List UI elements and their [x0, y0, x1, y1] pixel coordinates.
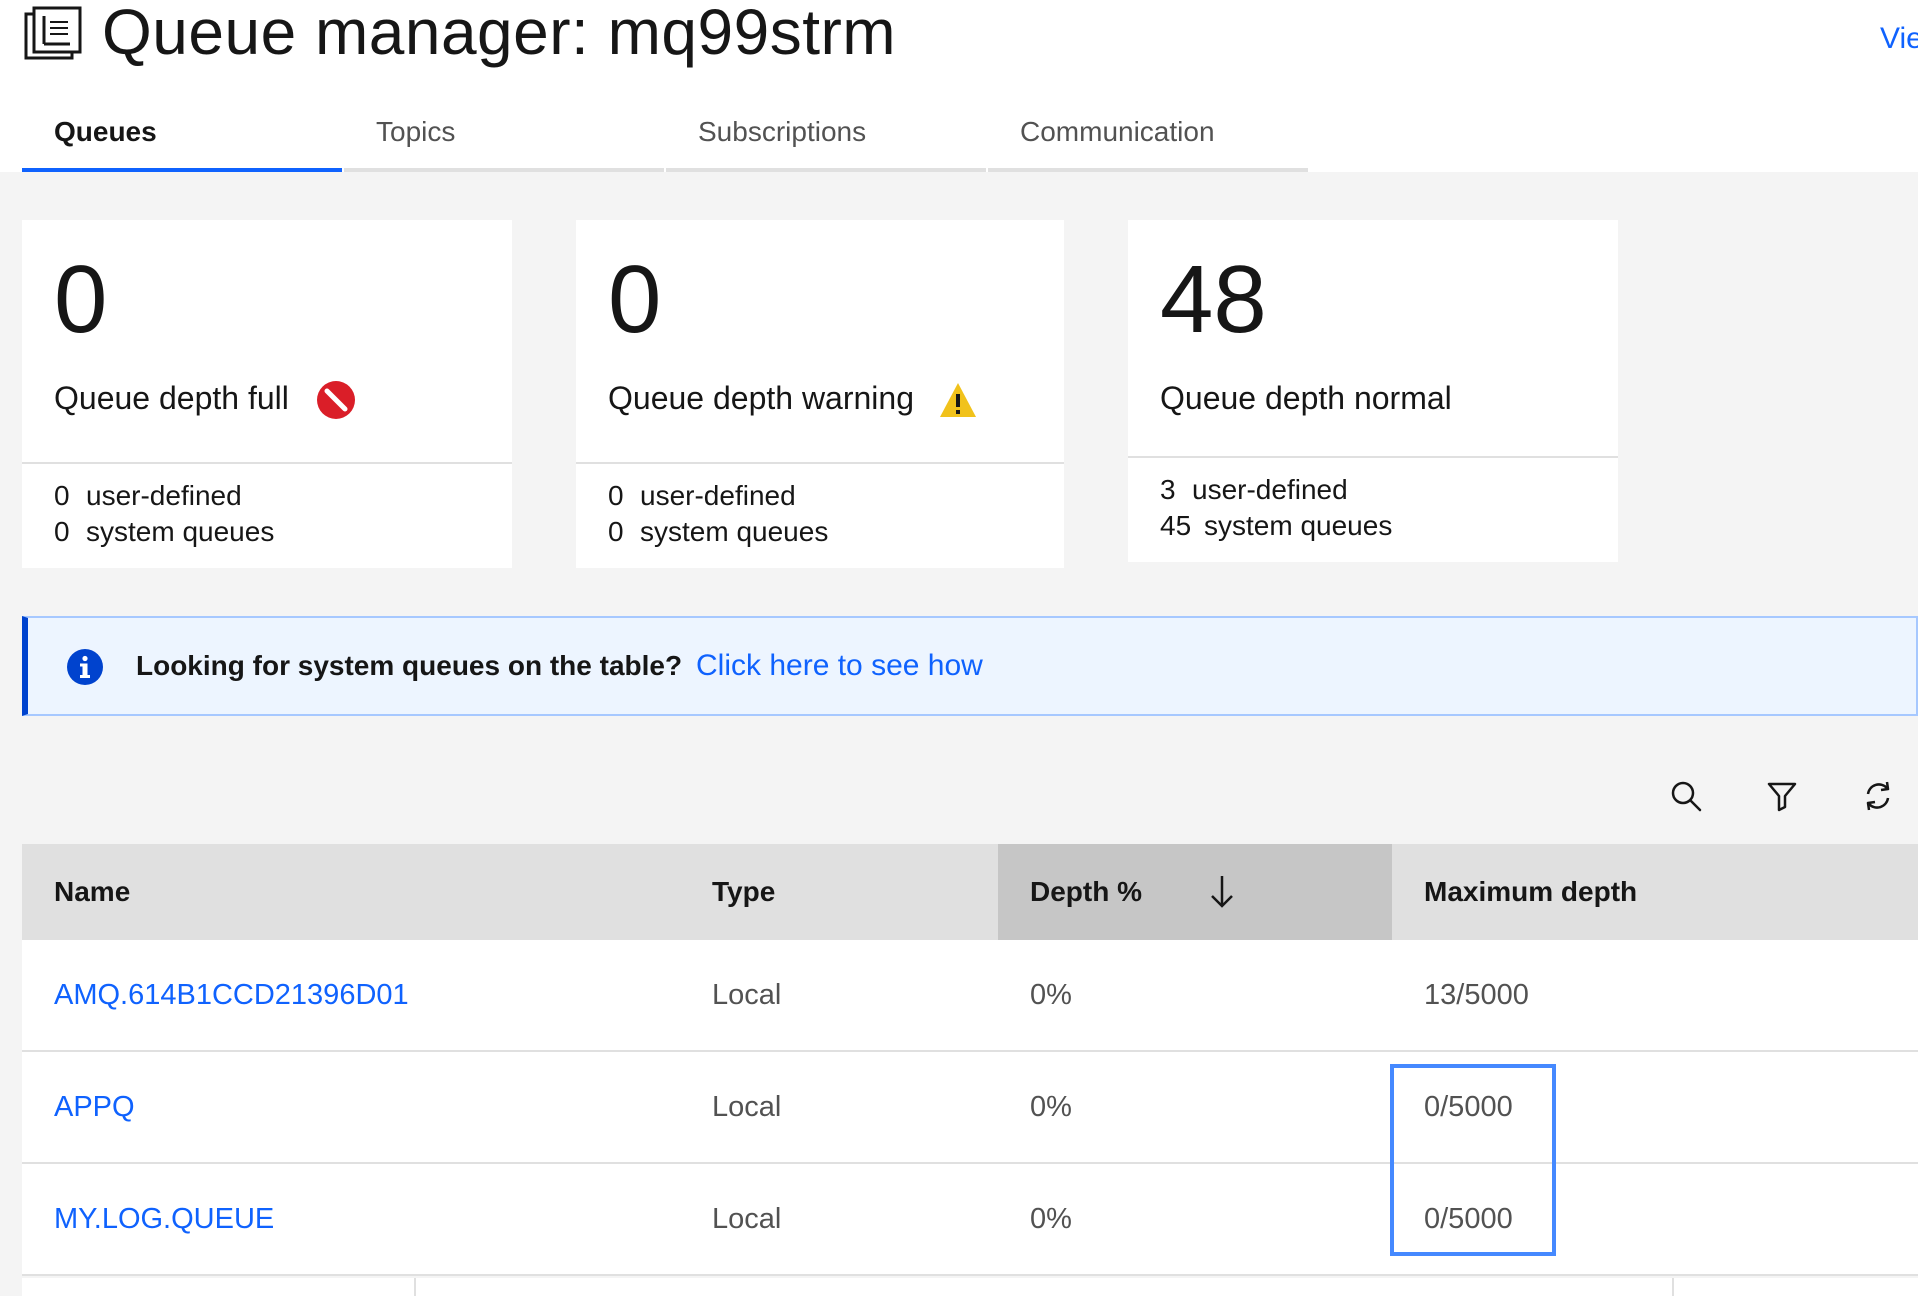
card-divider: [576, 462, 1064, 464]
queue-max-depth: 0/5000: [1424, 1203, 1513, 1235]
table-header: Name Type Depth % Maximum depth: [22, 844, 1918, 940]
queue-manager-icon: [24, 6, 82, 60]
user-defined-row: 0 user-defined: [608, 478, 796, 514]
queue-depth-normal-card: 48 Queue depth normal 3 user-defined 45 sy…: [1128, 220, 1618, 562]
column-header-type[interactable]: Type: [680, 844, 1018, 940]
info-icon: [67, 649, 103, 685]
queue-depth-warning-card: 0 Queue depth warning 0 user-defined 0 sys…: [576, 220, 1064, 568]
refresh-icon[interactable]: [1860, 778, 1896, 814]
queue-type: Local: [712, 979, 782, 1011]
user-defined-label: user-defined: [86, 480, 242, 511]
queue-depth-warning-count: 0: [608, 246, 662, 353]
user-defined-row: 0 user-defined: [54, 478, 242, 514]
queue-name-link[interactable]: APPQ: [22, 1052, 135, 1162]
queue-depth-percent: 0%: [1030, 1203, 1072, 1235]
column-header-depth-label: Depth %: [1030, 876, 1142, 907]
system-queues-row: 0 system queues: [608, 514, 828, 550]
queue-max-depth: 13/5000: [1424, 979, 1529, 1011]
system-queues-label: system queues: [640, 516, 829, 547]
warning-icon: [940, 383, 976, 417]
notification-link[interactable]: Click here to see how: [696, 646, 983, 686]
queue-name-link[interactable]: AMQ.614B1CCD21396D01: [22, 940, 409, 1050]
footer-divider: [1672, 1278, 1674, 1296]
card-divider: [1128, 456, 1618, 458]
queue-depth-full-card: 0 Queue depth full 0 user-defined 0 system…: [22, 220, 512, 568]
queue-depth-full-count: 0: [54, 246, 108, 353]
system-queues-row: 45 system queues: [1160, 508, 1392, 544]
queue-name-link[interactable]: MY.LOG.QUEUE: [22, 1164, 274, 1274]
system-queues-row: 0 system queues: [54, 514, 274, 550]
view-link[interactable]: Vie: [1880, 22, 1918, 56]
system-queues-count: 45: [1160, 510, 1192, 541]
queue-type: Local: [712, 1091, 782, 1123]
column-header-name[interactable]: Name: [22, 844, 680, 940]
tab-subscriptions[interactable]: Subscriptions: [666, 108, 986, 172]
user-defined-label: user-defined: [640, 480, 796, 511]
queue-depth-percent: 0%: [1030, 1091, 1072, 1123]
search-icon[interactable]: [1668, 778, 1704, 814]
table-row[interactable]: APPQ Local 0% 0/5000: [22, 1052, 1918, 1164]
queue-depth-full-label: Queue depth full: [54, 380, 289, 416]
footer-divider: [414, 1278, 416, 1296]
queue-max-depth: 0/5000: [1424, 1091, 1513, 1123]
user-defined-count: 0: [608, 480, 624, 511]
system-queues-label: system queues: [86, 516, 275, 547]
tab-topics[interactable]: Topics: [344, 108, 664, 172]
info-notification: Looking for system queues on the table? …: [22, 616, 1918, 716]
queue-depth-normal-count: 48: [1160, 246, 1267, 353]
queue-type: Local: [712, 1203, 782, 1235]
system-queues-label: system queues: [1204, 510, 1393, 541]
filter-icon[interactable]: [1764, 778, 1800, 814]
user-defined-label: user-defined: [1192, 474, 1348, 505]
sort-descending-icon[interactable]: [1204, 872, 1240, 912]
system-queues-count: 0: [608, 516, 624, 547]
user-defined-row: 3 user-defined: [1160, 472, 1348, 508]
tab-communication[interactable]: Communication: [988, 108, 1308, 172]
queue-depth-percent: 0%: [1030, 979, 1072, 1011]
queue-depth-warning-label: Queue depth warning: [608, 380, 914, 416]
system-queues-count: 0: [54, 516, 70, 547]
user-defined-count: 3: [1160, 474, 1176, 505]
column-header-depth[interactable]: Depth %: [998, 844, 1392, 940]
user-defined-count: 0: [54, 480, 70, 511]
tab-queues[interactable]: Queues: [22, 108, 342, 172]
table-row[interactable]: AMQ.614B1CCD21396D01 Local 0% 13/5000: [22, 940, 1918, 1052]
card-divider: [22, 462, 512, 464]
queue-depth-normal-label: Queue depth normal: [1160, 380, 1452, 416]
page-title: Queue manager: mq99strm: [102, 0, 897, 68]
blocked-icon: [317, 381, 355, 419]
table-row[interactable]: MY.LOG.QUEUE Local 0% 0/5000: [22, 1164, 1918, 1276]
notification-title: Looking for system queues on the table?: [136, 650, 683, 681]
column-header-max-depth[interactable]: Maximum depth: [1392, 844, 1918, 940]
table-footer: [22, 1278, 1918, 1296]
